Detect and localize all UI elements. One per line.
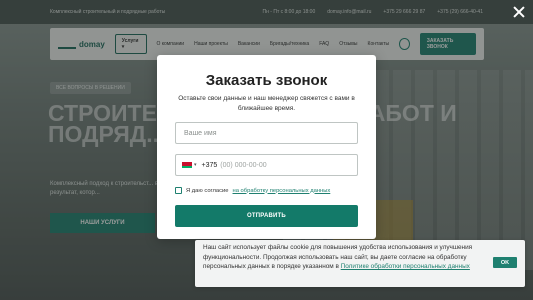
phone-country-code: +375 <box>201 161 218 169</box>
chevron-down-icon[interactable]: ▾ <box>194 162 197 168</box>
cookie-text-block: Наш сайт использует файлы cookie для пов… <box>203 243 488 272</box>
name-field <box>175 122 358 144</box>
cookie-banner: Наш сайт использует файлы cookie для пов… <box>195 240 525 287</box>
consent-row: Я даю согласие на обработку персональных… <box>175 187 330 194</box>
phone-input[interactable]: (00) 000-00-00 <box>220 162 266 169</box>
phone-field[interactable]: ▾ +375 (00) 000-00-00 <box>175 154 358 176</box>
consent-checkbox[interactable] <box>175 187 182 194</box>
modal-subtitle: Оставьте свои данные и наш менеджер свяж… <box>178 95 355 112</box>
name-input[interactable] <box>176 129 357 137</box>
submit-button[interactable]: ОТПРАВИТЬ <box>175 205 358 227</box>
modal-title: Заказать звонок <box>205 72 328 89</box>
consent-link[interactable]: на обработку персональных данных <box>233 188 331 194</box>
privacy-policy-link[interactable]: Политике обработки персональных данных <box>341 263 470 270</box>
cookie-ok-button[interactable]: OK <box>493 257 517 268</box>
callback-modal: Заказать звонок Оставьте свои данные и н… <box>157 55 376 239</box>
belarus-flag-icon[interactable] <box>182 162 192 168</box>
consent-text: Я даю согласие <box>186 187 229 194</box>
close-icon[interactable] <box>512 5 526 19</box>
